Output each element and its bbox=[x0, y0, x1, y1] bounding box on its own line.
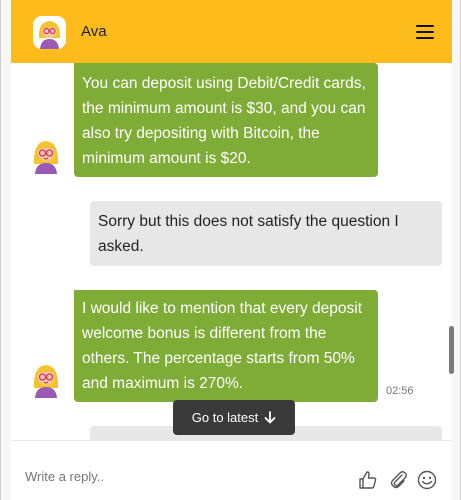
message-list[interactable]: You can deposit using Debit/Credit cards… bbox=[11, 63, 452, 440]
bot-message: You can deposit using Debit/Credit cards… bbox=[74, 63, 378, 177]
agent-avatar bbox=[31, 362, 61, 398]
hamburger-icon[interactable] bbox=[416, 22, 436, 40]
paperclip-icon[interactable] bbox=[389, 470, 409, 490]
go-to-latest-button[interactable]: Go to latest bbox=[173, 400, 295, 435]
chat-widget: Ava You can deposit using Debit/Credit c… bbox=[0, 0, 461, 500]
composer bbox=[11, 440, 452, 500]
agent-avatar-icon bbox=[33, 141, 59, 174]
bot-message: I would like to mention that every depos… bbox=[74, 290, 378, 402]
reply-input[interactable] bbox=[25, 469, 325, 484]
thumbs-up-icon[interactable] bbox=[358, 470, 378, 490]
agent-avatar bbox=[33, 16, 66, 49]
agent-avatar bbox=[31, 138, 61, 174]
chat-header: Ava bbox=[11, 0, 452, 63]
go-to-latest-label: Go to latest bbox=[191, 410, 259, 425]
agent-avatar-icon bbox=[33, 16, 66, 49]
user-message: Sorry but this does not satisfy the ques… bbox=[90, 201, 442, 266]
agent-avatar-icon bbox=[33, 365, 59, 398]
smiley-icon[interactable] bbox=[417, 470, 437, 490]
arrow-down-icon bbox=[264, 411, 276, 424]
message-timestamp: 02:56 bbox=[386, 385, 414, 397]
scrollbar-thumb[interactable] bbox=[449, 326, 454, 374]
agent-name: Ava bbox=[81, 23, 107, 40]
